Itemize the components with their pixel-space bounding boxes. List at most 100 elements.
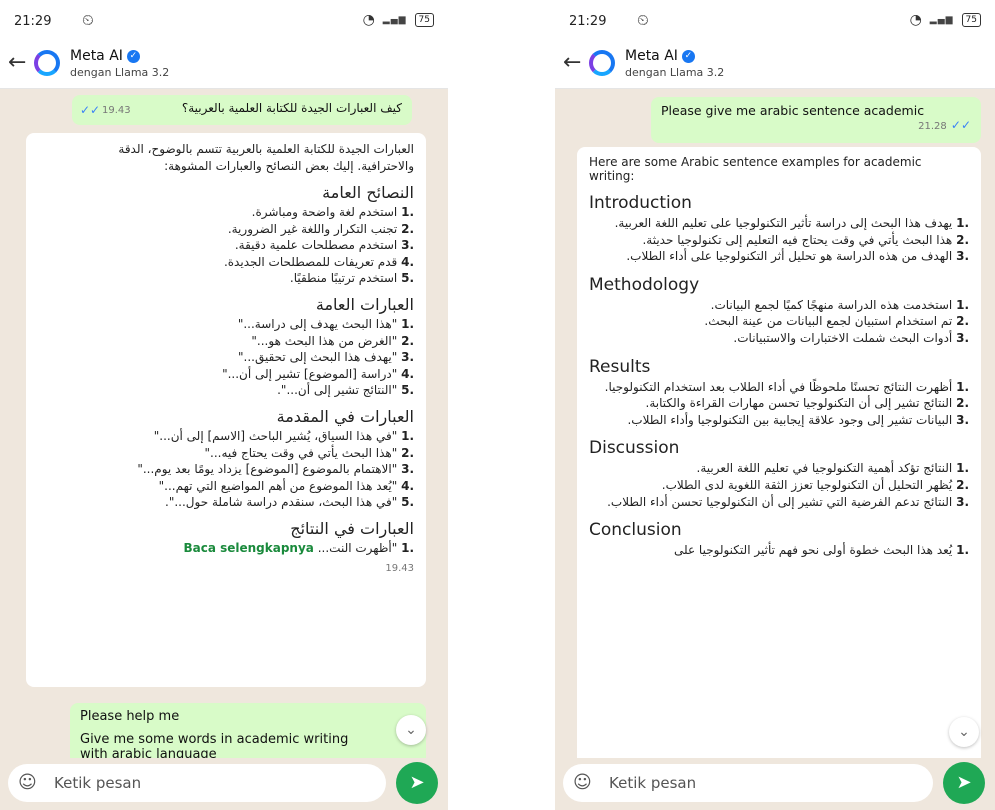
contact-subtitle: dengan Llama 3.2 — [70, 66, 170, 79]
reply-intro: Here are some Arabic sentence examples f… — [589, 155, 922, 183]
user-message-text: with arabic language — [80, 747, 217, 758]
list-item: .1 استخدمت هذه الدراسة منهجًا كميًا لجمع… — [710, 297, 969, 312]
contact-name: Meta AI — [70, 48, 123, 64]
alarm-icon: ⏲ — [637, 11, 649, 29]
list-item: .1 "في هذا السياق، يُشير الباحث [الاسم] … — [153, 428, 414, 443]
list-item: .2 يُظهر التحليل أن التكنولوجيا تعزز الث… — [661, 477, 969, 492]
list-item: .3 النتائج تدعم الفرضية التي تشير إلى أن… — [607, 494, 969, 509]
read-ticks-icon: ✓✓ — [950, 118, 971, 132]
contact-name: Meta AI — [625, 48, 678, 64]
user-message[interactable]: Please give me arabic sentence academic … — [651, 97, 981, 143]
user-message-text: Give me some words in academic writing — [80, 732, 349, 747]
ai-reply-bubble[interactable]: العبارات الجيدة للكتابة العلمية بالعربية… — [26, 133, 426, 687]
verified-icon: ✓ — [681, 49, 695, 63]
emoji-icon[interactable]: ☺ — [573, 772, 592, 793]
list-item: .3 الهدف من هذه الدراسة هو تحليل أثر الت… — [626, 249, 969, 264]
input-placeholder: Ketik pesan — [609, 774, 697, 792]
section-heading: Methodology — [589, 274, 700, 295]
user-message-text: Please help me — [80, 709, 180, 724]
list-item: .1 استخدم لغة واضحة ومباشرة. — [251, 205, 414, 219]
message-input[interactable]: ☺ Ketik pesan — [563, 764, 933, 802]
status-bar: 21:29 ⏲ ◔ ▂▄▆ 75 — [0, 0, 448, 42]
list-item: .1 يهدف هذا البحث إلى دراسة تأثير التكنو… — [614, 216, 969, 230]
section-heading: Conclusion — [589, 520, 682, 541]
send-button[interactable]: ➤ — [396, 762, 438, 804]
contact-name-row[interactable]: Meta AI ✓ — [70, 48, 140, 64]
back-arrow-icon[interactable]: ← — [8, 50, 26, 75]
user-message-text: كيف العبارات الجيدة للكتابة العلمية بالع… — [181, 101, 402, 115]
send-icon: ➤ — [956, 772, 972, 793]
status-time: 21:29 — [569, 14, 607, 29]
list-item: .4 "يُعد هذا الموضوع من أهم المواضيع الت… — [158, 478, 414, 493]
list-item: .5 "النتائج تشير إلى أن...". — [277, 383, 414, 398]
list-item: .3 أدوات البحث شملت الاختبارات والاستبيا… — [733, 330, 969, 345]
message-time: 21.28 — [918, 121, 947, 132]
section-heading: النصائح العامة — [322, 183, 414, 202]
input-placeholder: Ketik pesan — [54, 774, 142, 792]
section-heading: Discussion — [589, 438, 680, 459]
user-message-next[interactable]: Please help me Give me some words in aca… — [70, 703, 426, 758]
user-message-text: Please give me arabic sentence academic — [661, 103, 925, 118]
status-bar: 21:29 ⏲ ◔ ▂▄▆ 75 — [555, 0, 995, 42]
left-chat-screen: 21:29 ⏲ ◔ ▂▄▆ 75 ← Meta AI ✓ dengan Llam… — [0, 0, 448, 810]
list-item: .1 "أظهرت النت... Baca selengkapnya — [183, 540, 414, 555]
list-item: .1 يُعد هذا البحث خطوة أولى نحو فهم تأثي… — [673, 543, 969, 558]
message-input[interactable]: ☺ Ketik pesan — [8, 764, 386, 802]
list-item: .4 "دراسة [الموضوع] تشير إلى أن..." — [222, 366, 414, 381]
wifi-icon: ◔ — [362, 12, 375, 28]
read-ticks-icon: ✓✓ — [80, 103, 101, 117]
section-heading: العبارات في النتائج — [290, 518, 414, 538]
battery-icon: 75 — [961, 13, 981, 27]
status-time: 21:29 — [14, 14, 52, 29]
list-item: .1 "هذا البحث يهدف إلى دراسة..." — [237, 316, 414, 331]
contact-name-row[interactable]: Meta AI ✓ — [625, 48, 695, 64]
message-list[interactable]: Please give me arabic sentence academic … — [555, 89, 995, 758]
chat-header: ← Meta AI ✓ dengan Llama 3.2 — [0, 42, 448, 89]
reply-intro-line: والاحترافية. إليك بعض النصائح والعبارات … — [164, 159, 414, 173]
reply-intro-line: العبارات الجيدة للكتابة العلمية بالعربية… — [118, 142, 414, 156]
signal-icon: ▂▄▆ — [929, 15, 954, 25]
send-button[interactable]: ➤ — [943, 762, 985, 804]
meta-ai-avatar[interactable] — [589, 50, 615, 76]
list-item: .1 النتائج تؤكد أهمية التكنولوجيا في تعل… — [696, 461, 969, 476]
list-item: .5 "في هذا البحث، سنقدم دراسة شاملة حول.… — [165, 495, 414, 510]
list-item: .3 "الاهتمام بالموضوع [الموضوع] يزداد يو… — [137, 462, 414, 477]
composer: ☺ Ketik pesan ➤ — [555, 758, 995, 810]
signal-icon: ▂▄▆ — [382, 15, 407, 25]
chat-header: ← Meta AI ✓ dengan Llama 3.2 — [555, 42, 995, 89]
list-item: .2 تم استخدام استبيان لجمع البيانات من ع… — [704, 314, 969, 329]
list-item: .4 قدم تعريفات للمصطلحات الجديدة. — [223, 254, 414, 269]
meta-ai-avatar[interactable] — [34, 50, 60, 76]
alarm-icon: ⏲ — [82, 11, 94, 29]
ai-reply-bubble[interactable]: Here are some Arabic sentence examples f… — [577, 147, 981, 758]
message-list[interactable]: ✓✓ 19.43 كيف العبارات الجيدة للكتابة الع… — [0, 89, 448, 758]
section-heading: العبارات في المقدمة — [276, 406, 414, 426]
send-icon: ➤ — [409, 772, 425, 793]
composer: ☺ Ketik pesan ➤ — [0, 758, 448, 810]
section-heading: العبارات العامة — [315, 294, 414, 314]
wifi-icon: ◔ — [909, 12, 922, 28]
list-item: .2 "هذا البحث يأتي في وقت يحتاج فيه..." — [204, 445, 414, 460]
section-heading: Results — [589, 356, 651, 377]
user-message[interactable]: ✓✓ 19.43 كيف العبارات الجيدة للكتابة الع… — [72, 95, 412, 125]
right-chat-screen: 21:29 ⏲ ◔ ▂▄▆ 75 ← Meta AI ✓ dengan Llam… — [555, 0, 995, 810]
battery-icon: 75 — [414, 13, 434, 27]
scroll-down-button[interactable]: ⌄ — [396, 715, 426, 745]
list-item: .3 استخدم مصطلحات علمية دقيقة. — [234, 238, 414, 253]
verified-icon: ✓ — [126, 49, 140, 63]
scroll-down-button[interactable]: ⌄ — [949, 717, 979, 747]
list-item: .2 "الغرض من هذا البحث هو..." — [251, 333, 414, 348]
message-time: 19.43 — [385, 562, 414, 574]
read-more-link[interactable]: Baca selengkapnya — [183, 541, 313, 555]
list-item: .1 أظهرت النتائج تحسنًا ملحوظًا في أداء … — [604, 379, 969, 394]
contact-subtitle: dengan Llama 3.2 — [625, 66, 725, 79]
list-item: .2 هذا البحث يأتي في وقت يحتاج فيه التعل… — [642, 232, 969, 247]
list-item: .2 تجنب التكرار واللغة غير الضرورية. — [227, 221, 414, 236]
list-item: .3 "يهدف هذا البحث إلى تحقيق..." — [238, 350, 414, 365]
section-heading: Introduction — [589, 193, 692, 213]
list-item: .5 استخدم ترتيبًا منطقيًا. — [289, 271, 414, 286]
list-item: .3 البيانات تشير إلى وجود علاقة إيجابية … — [627, 412, 969, 427]
list-item: .2 النتائج تشير إلى أن التكنولوجيا تحسن … — [645, 396, 969, 411]
emoji-icon[interactable]: ☺ — [18, 772, 37, 793]
back-arrow-icon[interactable]: ← — [563, 50, 581, 75]
